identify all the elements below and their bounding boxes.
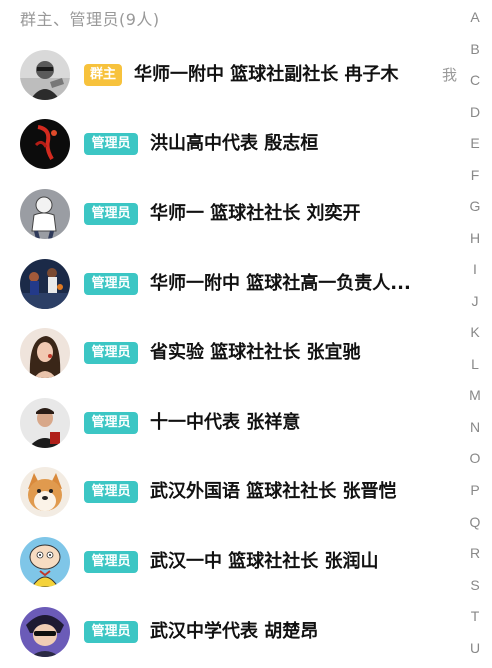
index-letter-n[interactable]: N xyxy=(458,416,492,448)
shiba-dog-avatar-icon[interactable] xyxy=(20,467,70,518)
anime-boy-avatar-icon[interactable] xyxy=(20,606,70,657)
index-letter-o[interactable]: O xyxy=(458,447,492,479)
member-row[interactable]: 管理员 武汉外国语 篮球社社长 张晋恺 xyxy=(0,458,458,528)
index-letter-d[interactable]: D xyxy=(458,101,492,133)
index-letter-f[interactable]: F xyxy=(458,164,492,196)
member-row[interactable]: 管理员 武汉一中 篮球社社长 张润山 xyxy=(0,527,458,597)
index-letter-s[interactable]: S xyxy=(458,574,492,606)
index-letter-t[interactable]: T xyxy=(458,605,492,637)
index-letter-b[interactable]: B xyxy=(458,38,492,70)
admin-badge: 管理员 xyxy=(84,550,138,573)
woman-portrait-avatar-icon[interactable] xyxy=(20,328,70,379)
index-letter-j[interactable]: J xyxy=(458,290,492,322)
member-row[interactable]: 管理员 洪山高中代表 殷志桓 xyxy=(0,110,458,180)
member-row[interactable]: 群主 华师一附中 篮球社副社长 冉子木 我 xyxy=(0,40,458,110)
index-letter-m[interactable]: M xyxy=(458,384,492,416)
admin-badge: 管理员 xyxy=(84,342,138,365)
index-letter-c[interactable]: C xyxy=(458,69,492,101)
member-row[interactable]: 管理员 省实验 篮球社社长 张宜驰 xyxy=(0,318,458,388)
admin-badge: 管理员 xyxy=(84,411,138,434)
member-name: 华师一附中 篮球社副社长 冉子木 xyxy=(134,63,399,85)
member-row[interactable]: 管理员 十一中代表 张祥意 xyxy=(0,388,458,458)
index-letter-g[interactable]: G xyxy=(458,195,492,227)
member-name: 武汉中学代表 胡楚昂 xyxy=(150,620,319,642)
member-name: 十一中代表 张祥意 xyxy=(150,411,301,433)
admin-badge: 管理员 xyxy=(84,481,138,504)
index-letter-l[interactable]: L xyxy=(458,353,492,385)
me-tag: 我 xyxy=(442,65,458,84)
member-name: 华师一附中 篮球社高一负责人... xyxy=(150,272,411,294)
man-portrait-avatar-icon[interactable] xyxy=(20,397,70,448)
cartoon-boy-avatar-icon[interactable] xyxy=(20,188,70,239)
member-name: 洪山高中代表 殷志桓 xyxy=(150,133,319,155)
member-list: 群主 华师一附中 篮球社副社长 冉子木 我 管理员 洪山高中代表 殷志桓 管理员 xyxy=(0,40,458,666)
member-row[interactable]: 管理员 武汉中学代表 胡楚昂 xyxy=(0,597,458,667)
index-letter-u[interactable]: U xyxy=(458,637,492,668)
admin-badge: 管理员 xyxy=(84,620,138,643)
member-row[interactable]: 管理员 华师一附中 篮球社高一负责人... xyxy=(0,249,458,319)
basketball-player-avatar-icon[interactable] xyxy=(20,119,70,170)
member-name: 武汉外国语 篮球社社长 张晋恺 xyxy=(150,481,397,503)
member-row[interactable]: 管理员 华师一 篮球社社长 刘奕开 xyxy=(0,179,458,249)
member-name: 省实验 篮球社社长 张宜驰 xyxy=(150,342,361,364)
admin-badge: 管理员 xyxy=(84,133,138,156)
index-letter-q[interactable]: Q xyxy=(458,511,492,543)
section-header: 群主、管理员(9人) xyxy=(20,10,160,29)
stewie-cartoon-avatar-icon[interactable] xyxy=(20,536,70,587)
member-name: 华师一 篮球社社长 刘奕开 xyxy=(150,202,361,224)
index-letter-i[interactable]: I xyxy=(458,258,492,290)
admin-badge: 管理员 xyxy=(84,202,138,225)
index-letter-a[interactable]: A xyxy=(458,6,492,38)
photo-avatar-icon[interactable] xyxy=(20,49,70,100)
owner-badge: 群主 xyxy=(84,63,122,86)
index-letter-k[interactable]: K xyxy=(458,321,492,353)
index-letter-e[interactable]: E xyxy=(458,132,492,164)
member-name: 武汉一中 篮球社社长 张润山 xyxy=(150,550,379,572)
index-letter-r[interactable]: R xyxy=(458,542,492,574)
alphabet-index[interactable]: ABCDEFGHIJKLMNOPQRSTU xyxy=(458,0,492,668)
index-letter-h[interactable]: H xyxy=(458,227,492,259)
admin-badge: 管理员 xyxy=(84,272,138,295)
index-letter-p[interactable]: P xyxy=(458,479,492,511)
basketball-game-avatar-icon[interactable] xyxy=(20,258,70,309)
